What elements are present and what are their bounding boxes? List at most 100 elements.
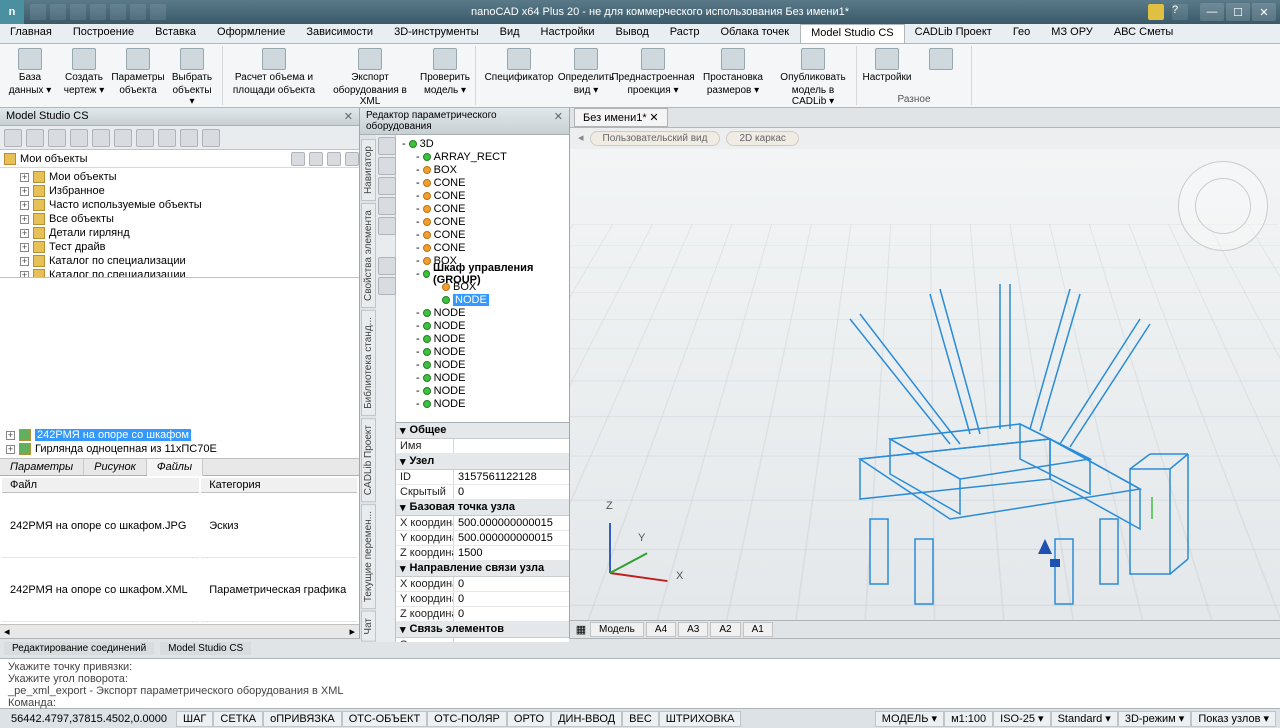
tab-close-icon[interactable]: ✕: [649, 112, 658, 124]
prop-row[interactable]: Z координата1500: [396, 546, 569, 561]
tree-item[interactable]: +Каталог по специализации: [2, 254, 357, 268]
vertical-tab[interactable]: CADLib Проект: [361, 418, 376, 502]
ribbon-tab[interactable]: Вставка: [145, 24, 207, 43]
col-file[interactable]: Файл: [2, 478, 199, 493]
prop-row[interactable]: Z координата0: [396, 607, 569, 622]
ribbon-button[interactable]: Выбратьобъекты ▾: [166, 46, 218, 109]
table-row[interactable]: 242РМЯ на опоре со шкафом.XMLПараметриче…: [2, 560, 357, 623]
geom-tree-item[interactable]: -CONE: [398, 228, 567, 241]
ribbon-button[interactable]: Преднастроеннаяпроекция ▾: [614, 46, 692, 109]
tb-next-icon[interactable]: [70, 129, 88, 147]
layout-tab[interactable]: A1: [743, 622, 773, 637]
tb-refresh-icon[interactable]: [202, 129, 220, 147]
hscroll[interactable]: ◂▸: [0, 624, 359, 638]
geom-tree-item[interactable]: -ARRAY_RECT: [398, 150, 567, 163]
close-button[interactable]: ✕: [1252, 3, 1276, 21]
search-icon[interactable]: [1148, 4, 1164, 20]
tree-item[interactable]: +Каталог по специализации: [2, 268, 357, 278]
geom-tree-item[interactable]: -NODE: [398, 345, 567, 358]
prop-group-header[interactable]: ▾Направление связи узла: [396, 561, 569, 577]
status-toggle[interactable]: ШАГ: [176, 711, 213, 727]
prop-group-header[interactable]: ▾Общее: [396, 423, 569, 439]
geom-tree-item[interactable]: -CONE: [398, 202, 567, 215]
prop-row[interactable]: Элемент назн...: [396, 638, 569, 642]
col-category[interactable]: Категория: [201, 478, 357, 493]
tree-item[interactable]: +Мои объекты: [2, 170, 357, 184]
qat-new-icon[interactable]: [30, 4, 46, 20]
detail-tab[interactable]: Рисунок: [84, 459, 147, 475]
geom-tree-item[interactable]: -NODE: [398, 358, 567, 371]
layout-tab[interactable]: A2: [710, 622, 740, 637]
ribbon-button[interactable]: Расчет объема иплощади объекта: [227, 46, 321, 109]
tb-find-icon[interactable]: [158, 129, 176, 147]
prop-group-header[interactable]: ▾Узел: [396, 454, 569, 470]
layout-tab[interactable]: A3: [678, 622, 708, 637]
layout-tab[interactable]: Модель: [590, 622, 644, 637]
geometry-tree[interactable]: -3D-ARRAY_RECT-BOX-CONE-CONE-CONE-CONE-C…: [396, 135, 569, 422]
prop-group-header[interactable]: ▾Связь элементов: [396, 622, 569, 638]
ribbon-tab[interactable]: Гео: [1003, 24, 1041, 43]
bottom-tab[interactable]: Model Studio CS: [160, 642, 251, 655]
status-toggle[interactable]: ОРТО: [507, 711, 551, 727]
ribbon-tab[interactable]: Облака точек: [711, 24, 801, 43]
tree-item[interactable]: +Тест драйв: [2, 240, 357, 254]
prop-row[interactable]: X координата500.000000000015: [396, 516, 569, 531]
qat-saveall-icon[interactable]: [90, 4, 106, 20]
tree-item[interactable]: +Все объекты: [2, 212, 357, 226]
qat-save-icon[interactable]: [70, 4, 86, 20]
list-item[interactable]: +242РМЯ на опоре со шкафом: [2, 428, 357, 442]
mid-tb-icon[interactable]: [378, 177, 396, 195]
status-item[interactable]: Standard ▾: [1051, 711, 1118, 727]
tb-open-icon[interactable]: [26, 129, 44, 147]
ribbon-button[interactable]: Проверитьмодель ▾: [419, 46, 471, 109]
geom-tree-item[interactable]: -NODE: [398, 397, 567, 410]
viewcube[interactable]: [1178, 161, 1268, 251]
tree-action-icon[interactable]: [309, 152, 323, 166]
property-grid[interactable]: ▾ОбщееИмя▾УзелID3157561122128Скрытый0▾Ба…: [396, 422, 569, 642]
ribbon-button[interactable]: [915, 46, 967, 93]
prop-row[interactable]: Скрытый0: [396, 485, 569, 500]
tb-play-icon[interactable]: [48, 129, 66, 147]
status-toggle[interactable]: СЕТКА: [213, 711, 263, 727]
ribbon-tab[interactable]: Вид: [490, 24, 531, 43]
status-toggle[interactable]: ОТС-ОБЪЕКТ: [342, 711, 427, 727]
tree-item[interactable]: +Детали гирлянд: [2, 226, 357, 240]
ribbon-button[interactable]: Экспортоборудования в XML: [323, 46, 417, 109]
geom-tree-item[interactable]: -NODE: [398, 332, 567, 345]
prop-row[interactable]: Y координата0: [396, 592, 569, 607]
panel-close-icon[interactable]: ✕: [344, 110, 353, 123]
view-pill[interactable]: Пользовательский вид: [590, 131, 721, 146]
geom-tree-item[interactable]: -CONE: [398, 241, 567, 254]
list-item[interactable]: +Гирлянда одноцепная из 11хПС70Е: [2, 442, 357, 456]
tree-item[interactable]: +Часто используемые объекты: [2, 198, 357, 212]
qat-print-icon[interactable]: [150, 4, 166, 20]
geom-tree-item[interactable]: -BOX: [398, 163, 567, 176]
view-pill[interactable]: 2D каркас: [726, 131, 798, 146]
minimize-button[interactable]: —: [1200, 3, 1224, 21]
geom-tree-item[interactable]: -NODE: [398, 384, 567, 397]
status-item[interactable]: Показ узлов ▾: [1191, 711, 1276, 727]
panel-close-icon[interactable]: ✕: [554, 110, 563, 132]
ribbon-button[interactable]: Создатьчертеж ▾: [58, 46, 110, 109]
geom-tree-item[interactable]: NODE: [398, 293, 567, 306]
status-toggle[interactable]: ДИН-ВВОД: [551, 711, 622, 727]
tree-action-icon[interactable]: [291, 152, 305, 166]
mid-tb-icon[interactable]: [378, 217, 396, 235]
vertical-tab[interactable]: Чат: [361, 611, 376, 642]
command-line[interactable]: Укажите точку привязки:Укажите угол пово…: [0, 658, 1280, 708]
mid-tb-icon[interactable]: [378, 197, 396, 215]
status-toggle[interactable]: ШТРИХОВКА: [659, 711, 742, 727]
ribbon-tab[interactable]: Построение: [63, 24, 145, 43]
detail-tab[interactable]: Файлы: [147, 459, 203, 476]
ribbon-button[interactable]: Опубликоватьмодель в CADLib ▾: [774, 46, 852, 109]
ribbon-tab[interactable]: 3D-инструменты: [384, 24, 490, 43]
ribbon-button[interactable]: Настройки: [861, 46, 913, 93]
vertical-tab[interactable]: Библиотека станд...: [361, 310, 376, 416]
detail-tab[interactable]: Параметры: [0, 459, 84, 475]
help-icon[interactable]: ?: [1172, 4, 1188, 20]
tree-action-icon[interactable]: [345, 152, 359, 166]
bottom-tab[interactable]: Редактирование соединений: [4, 642, 154, 655]
geom-tree-item[interactable]: -CONE: [398, 176, 567, 189]
geom-tree-item[interactable]: -3D: [398, 137, 567, 150]
ribbon-tab[interactable]: Вывод: [605, 24, 659, 43]
